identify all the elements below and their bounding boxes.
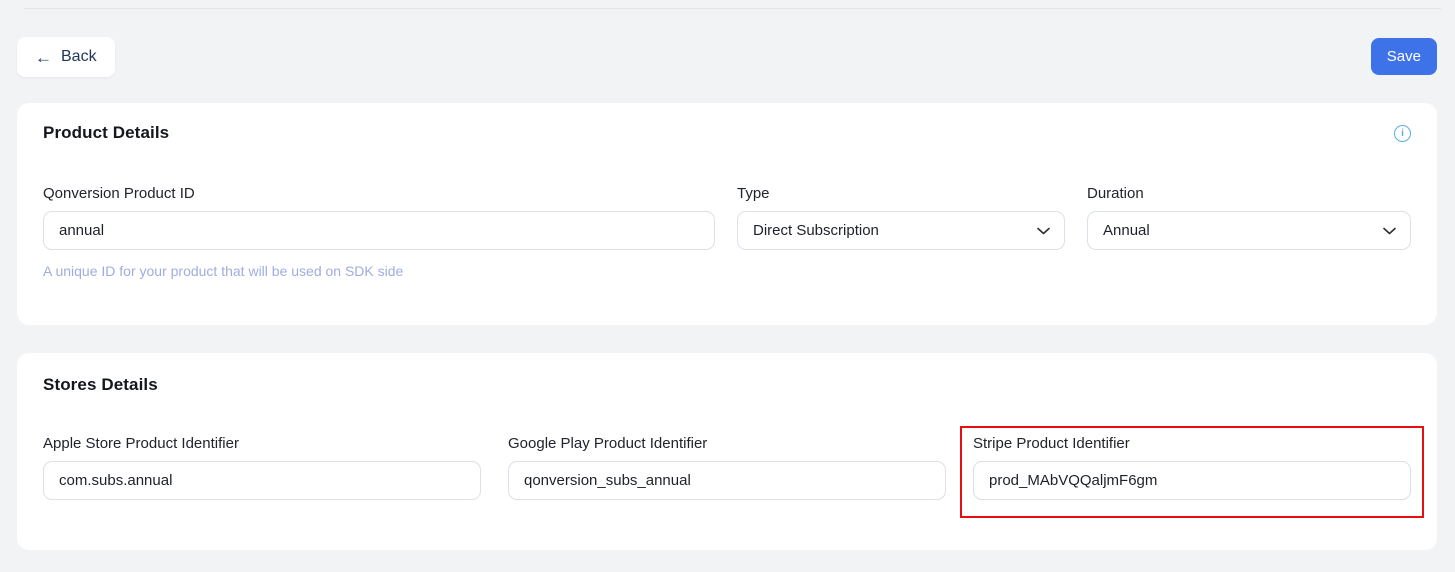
apple-store-identifier-input[interactable] xyxy=(43,461,481,500)
info-icon[interactable]: i xyxy=(1394,124,1411,142)
type-select[interactable]: Direct Subscription xyxy=(737,211,1065,250)
back-button[interactable]: ← Back xyxy=(17,37,115,77)
stripe-identifier-input[interactable] xyxy=(973,461,1411,500)
product-details-title: Product Details xyxy=(43,123,170,142)
stripe-identifier-field: Stripe Product Identifier xyxy=(960,426,1424,518)
apple-store-identifier-field: Apple Store Product Identifier xyxy=(43,435,481,500)
type-select-value: Direct Subscription xyxy=(753,222,879,239)
duration-field: Duration Annual xyxy=(1087,185,1411,279)
type-label: Type xyxy=(737,185,770,202)
save-button-label: Save xyxy=(1386,48,1421,65)
qonversion-product-id-helper: A unique ID for your product that will b… xyxy=(43,263,404,279)
chevron-down-icon xyxy=(1037,227,1050,235)
product-details-card: Product Details i Qonversion Product ID … xyxy=(17,103,1437,325)
back-arrow-icon: ← xyxy=(35,47,52,67)
top-divider xyxy=(24,8,1441,9)
stores-details-title: Stores Details xyxy=(43,375,158,394)
stores-details-card: Stores Details Apple Store Product Ident… xyxy=(17,353,1437,550)
stripe-identifier-label: Stripe Product Identifier xyxy=(973,435,1130,452)
google-play-identifier-input[interactable] xyxy=(508,461,946,500)
back-button-label: Back xyxy=(61,48,97,65)
qonversion-product-id-input[interactable] xyxy=(43,211,715,250)
qonversion-product-id-label: Qonversion Product ID xyxy=(43,185,195,202)
google-play-identifier-label: Google Play Product Identifier xyxy=(508,435,708,452)
chevron-down-icon xyxy=(1383,227,1396,235)
type-field: Type Direct Subscription xyxy=(737,185,1065,279)
duration-select[interactable]: Annual xyxy=(1087,211,1411,250)
google-play-identifier-field: Google Play Product Identifier xyxy=(508,435,946,500)
save-button[interactable]: Save xyxy=(1370,38,1437,75)
duration-select-value: Annual xyxy=(1103,222,1150,239)
apple-store-identifier-label: Apple Store Product Identifier xyxy=(43,435,239,452)
duration-label: Duration xyxy=(1087,185,1144,202)
qonversion-product-id-field: Qonversion Product ID A unique ID for yo… xyxy=(43,185,715,279)
